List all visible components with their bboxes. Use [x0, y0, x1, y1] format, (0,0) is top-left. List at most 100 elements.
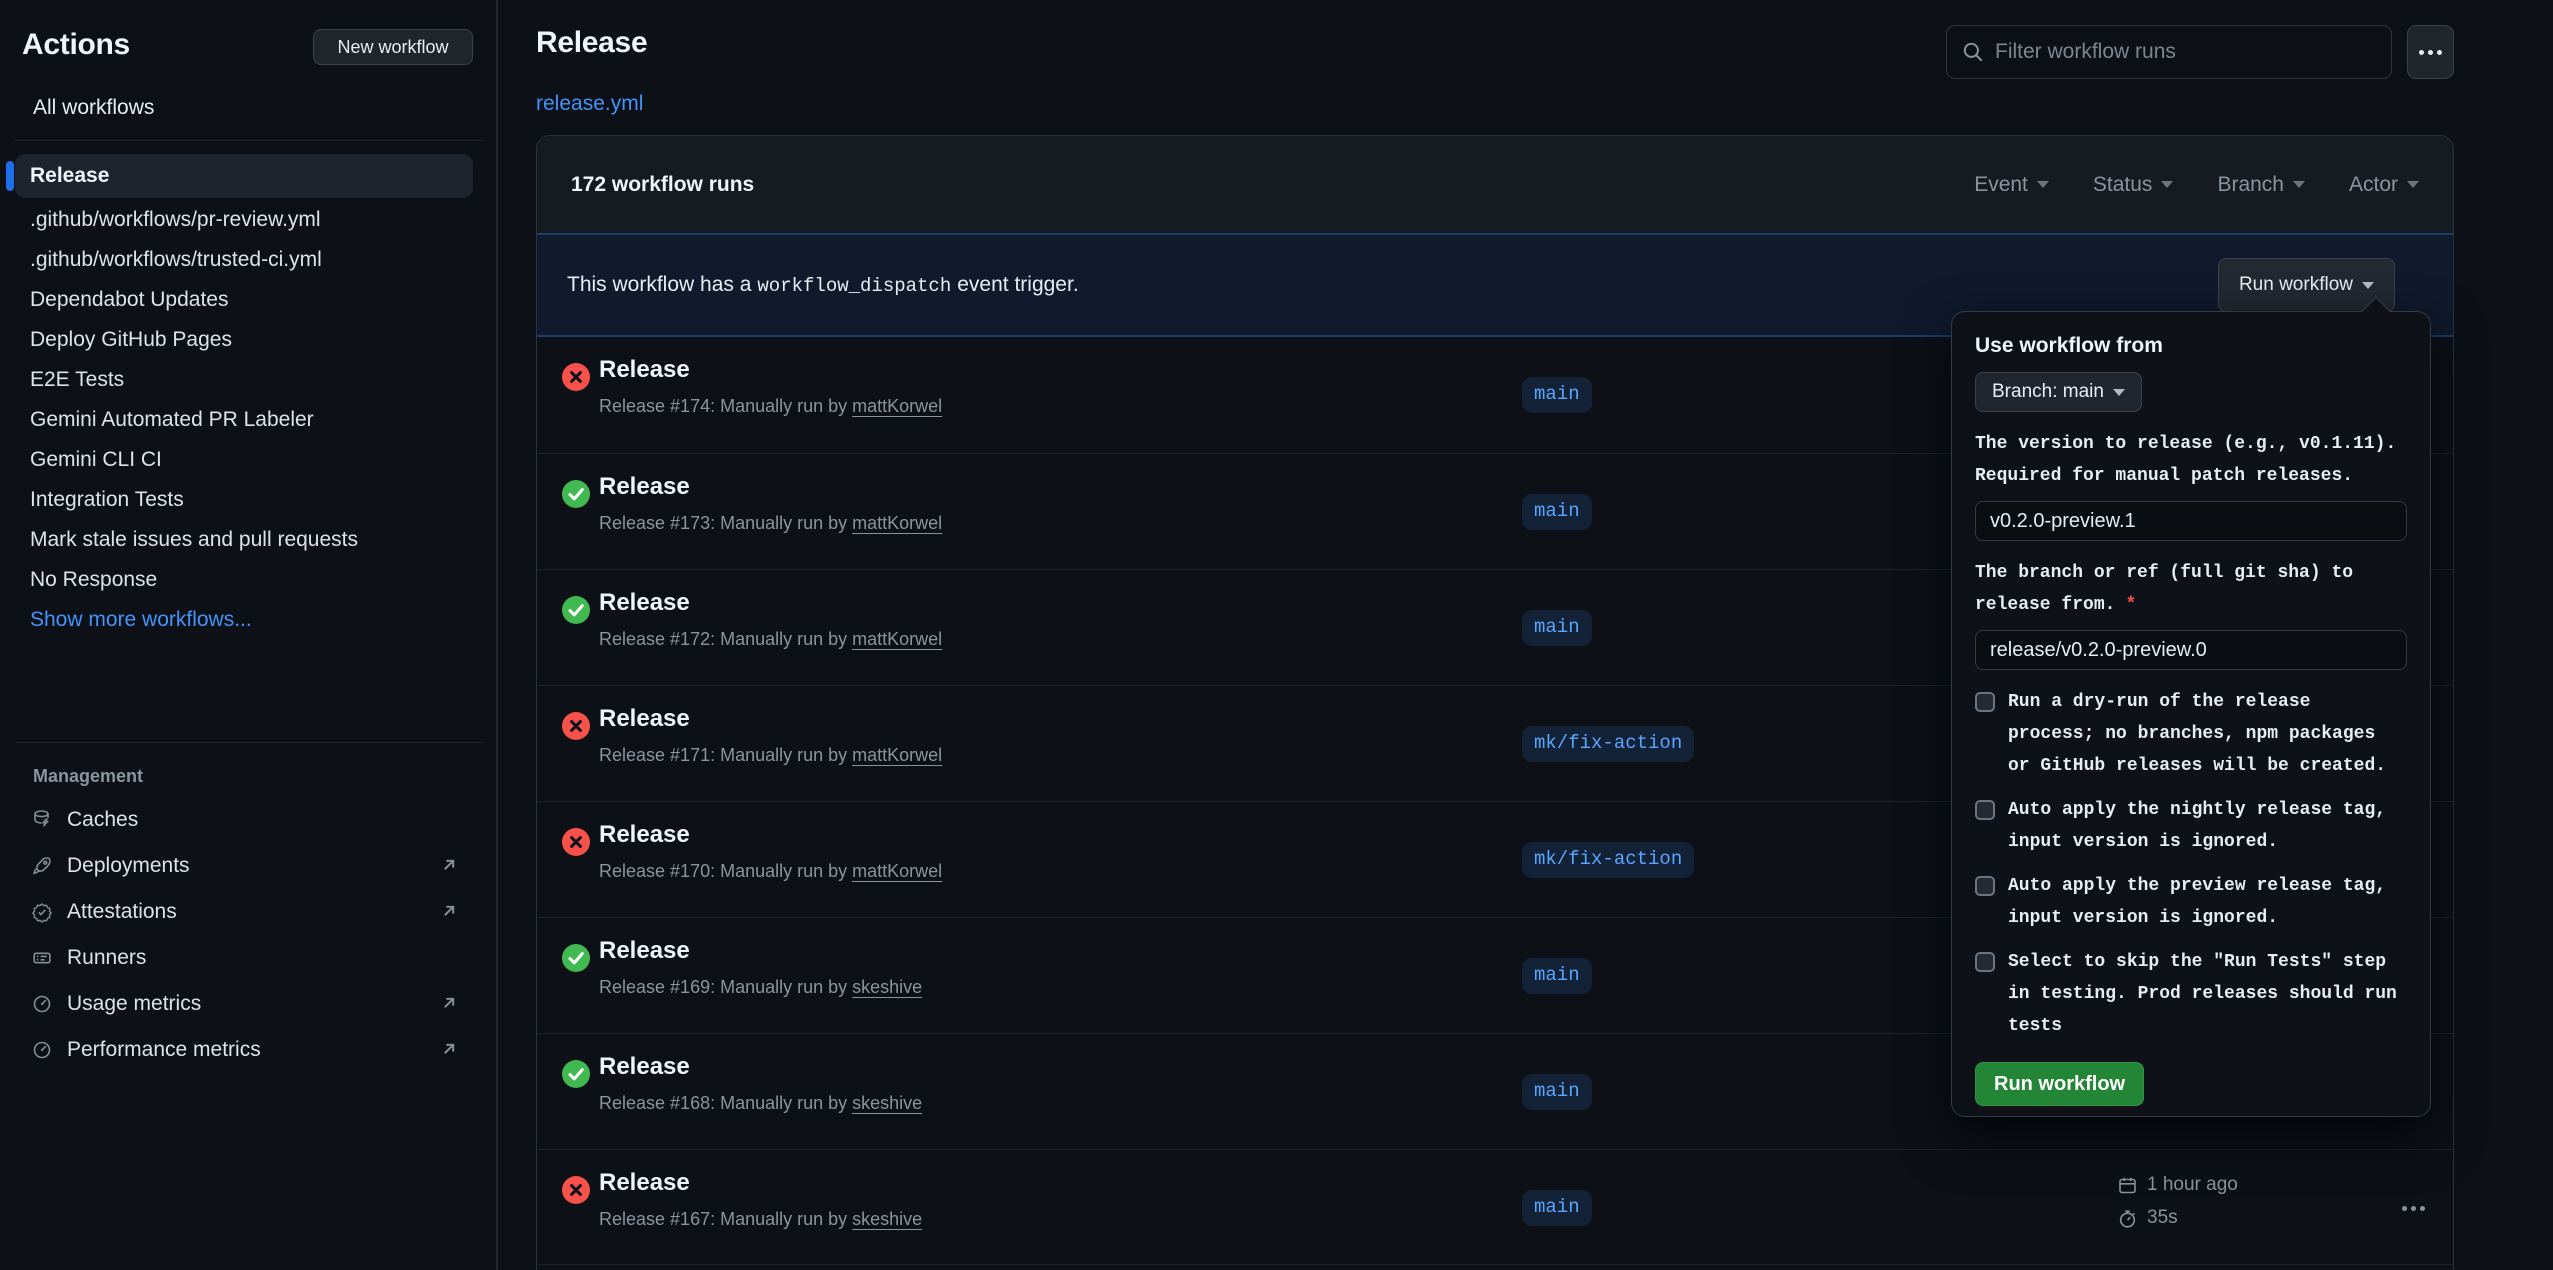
management-item[interactable]: Caches — [15, 797, 483, 843]
management-item-label: Caches — [67, 808, 138, 832]
version-input[interactable] — [1975, 501, 2407, 541]
sidebar-workflow-item[interactable]: E2E Tests — [15, 360, 473, 400]
branch-badge[interactable]: main — [1522, 958, 1592, 994]
calendar-icon — [2117, 1175, 2138, 1196]
run-title-link[interactable]: Release — [599, 819, 942, 851]
sidebar-workflow-item[interactable]: Gemini Automated PR Labeler — [15, 400, 473, 440]
management-item[interactable]: Performance metrics — [15, 1027, 483, 1073]
sidebar-workflow-item[interactable]: .github/workflows/trusted-ci.yml — [15, 240, 473, 280]
x-circle-icon — [561, 711, 591, 741]
run-status-icon — [561, 1175, 591, 1205]
chevron-down-icon — [2161, 181, 2173, 188]
search-input[interactable] — [1995, 26, 2383, 78]
filter-label: Event — [1974, 173, 2028, 197]
management-item-label: Performance metrics — [67, 1038, 261, 1062]
workflow-list: Release .github/workflows/pr-review.yml … — [15, 154, 473, 640]
sidebar-workflow-item[interactable]: Integration Tests — [15, 480, 473, 520]
sidebar-item-all-workflows[interactable]: All workflows — [33, 96, 154, 120]
option-checkbox[interactable] — [1975, 692, 1995, 712]
management-item-label: Attestations — [67, 900, 177, 924]
sidebar-item-label: No Response — [30, 568, 157, 591]
run-status-icon — [561, 1059, 591, 1089]
option-row: Select to skip the "Run Tests" step in t… — [1975, 946, 2407, 1042]
page-title: Release — [536, 26, 647, 60]
filter-dropdown[interactable]: Actor — [2349, 173, 2419, 197]
actor-link[interactable]: mattKorwel — [852, 396, 942, 416]
run-title-link[interactable]: Release — [599, 354, 942, 386]
sidebar-workflow-item[interactable]: Dependabot Updates — [15, 280, 473, 320]
sidebar-workflow-item[interactable]: Release — [15, 154, 473, 198]
run-kebab-menu-button[interactable] — [2385, 1180, 2441, 1236]
workflow-file-link[interactable]: release.yml — [536, 92, 643, 116]
gauge-icon — [31, 993, 53, 1015]
run-status-icon — [561, 595, 591, 625]
run-title-link[interactable]: Release — [599, 587, 942, 619]
sidebar-item-label: Gemini CLI CI — [30, 448, 162, 471]
filter-dropdown[interactable]: Status — [2093, 173, 2174, 197]
management-item[interactable]: Runners — [15, 935, 483, 981]
run-title-link[interactable]: Release — [599, 935, 922, 967]
chevron-down-icon — [2113, 389, 2125, 396]
actor-link[interactable]: skeshive — [852, 1209, 922, 1229]
run-duration: 35s — [2147, 1207, 2178, 1229]
actor-link[interactable]: mattKorwel — [852, 629, 942, 649]
new-workflow-button[interactable]: New workflow — [313, 29, 473, 65]
run-title-link[interactable]: Release — [599, 1167, 922, 1199]
sidebar-item-label: .github/workflows/trusted-ci.yml — [30, 248, 322, 271]
actor-link[interactable]: skeshive — [852, 1093, 922, 1113]
option-checkbox[interactable] — [1975, 876, 1995, 896]
management-item[interactable]: Deployments — [15, 843, 483, 889]
workflow-run-row[interactable]: Release Release #167: Manually run by sk… — [537, 1149, 2453, 1265]
management-item-label: Deployments — [67, 854, 190, 878]
sidebar-workflow-item[interactable]: .github/workflows/pr-review.yml — [15, 200, 473, 240]
sidebar-workflow-item[interactable]: Deploy GitHub Pages — [15, 320, 473, 360]
run-workflow-submit-button[interactable]: Run workflow — [1975, 1062, 2144, 1106]
branch-badge[interactable]: main — [1522, 494, 1592, 530]
branch-badge[interactable]: main — [1522, 1074, 1592, 1110]
x-circle-icon — [561, 827, 591, 857]
management-item[interactable]: Attestations — [15, 889, 483, 935]
runs-card-header: 172 workflow runs Event Status Branch — [537, 136, 2453, 233]
run-title-link[interactable]: Release — [599, 1051, 922, 1083]
server-icon — [31, 947, 53, 969]
sidebar-item-label: .github/workflows/pr-review.yml — [30, 208, 321, 231]
check-circle-icon — [561, 479, 591, 509]
branch-select-button[interactable]: Branch: main — [1975, 372, 2142, 412]
run-status-icon — [561, 943, 591, 973]
option-checkbox[interactable] — [1975, 800, 1995, 820]
run-title-link[interactable]: Release — [599, 703, 942, 735]
run-meta: 1 hour ago 35s — [2117, 1172, 2238, 1238]
option-checkbox[interactable] — [1975, 952, 1995, 972]
run-workflow-popover: Use workflow from Branch: main The versi… — [1951, 311, 2431, 1117]
sidebar-workflow-item[interactable]: No Response — [15, 560, 473, 600]
check-circle-icon — [561, 1059, 591, 1089]
actor-link[interactable]: mattKorwel — [852, 861, 942, 881]
version-input-description: The version to release (e.g., v0.1.11). … — [1975, 428, 2407, 492]
filter-dropdown[interactable]: Event — [1974, 173, 2049, 197]
filter-dropdown[interactable]: Branch — [2217, 173, 2305, 197]
branch-badge[interactable]: mk/fix-action — [1522, 842, 1694, 878]
kebab-icon — [2428, 50, 2433, 55]
run-title-link[interactable]: Release — [599, 471, 942, 503]
branch-badge[interactable]: main — [1522, 610, 1592, 646]
page-kebab-menu-button[interactable] — [2407, 25, 2454, 79]
branch-badge[interactable]: mk/fix-action — [1522, 726, 1694, 762]
filter-label: Status — [2093, 173, 2153, 197]
branch-badge[interactable]: main — [1522, 377, 1592, 413]
actor-link[interactable]: skeshive — [852, 977, 922, 997]
branch-badge[interactable]: main — [1522, 1190, 1592, 1226]
sidebar-workflow-item[interactable]: Gemini CLI CI — [15, 440, 473, 480]
sidebar-workflow-item[interactable]: Mark stale issues and pull requests — [15, 520, 473, 560]
actor-link[interactable]: mattKorwel — [852, 745, 942, 765]
external-link-icon — [439, 855, 459, 880]
sidebar-workflow-item[interactable]: Show more workflows... — [15, 600, 473, 640]
management-item[interactable]: Usage metrics — [15, 981, 483, 1027]
run-subtitle: Release #170: Manually run by mattKorwel — [599, 859, 942, 883]
actor-link[interactable]: mattKorwel — [852, 513, 942, 533]
external-link-icon — [439, 993, 459, 1018]
sidebar-item-label: Mark stale issues and pull requests — [30, 528, 358, 551]
ref-input[interactable] — [1975, 630, 2407, 670]
external-link-icon — [439, 901, 459, 926]
filter-label: Branch — [2217, 173, 2284, 197]
github-actions-page: Actions New workflow All workflows Relea… — [0, 0, 2553, 1270]
